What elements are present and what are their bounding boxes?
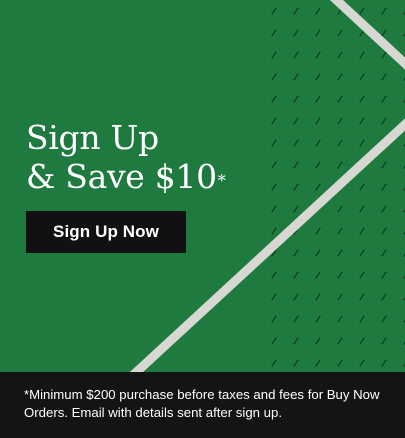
promo-hero: Sign Up & Save $10* Sign Up Now (0, 0, 405, 372)
headline-line-2: & Save $10* (26, 157, 226, 196)
sign-up-now-button[interactable]: Sign Up Now (26, 211, 186, 253)
signup-promo-banner: Sign Up & Save $10* Sign Up Now *Minimum… (0, 0, 405, 438)
disclaimer-text: *Minimum $200 purchase before taxes and … (24, 387, 380, 420)
promo-footer: *Minimum $200 purchase before taxes and … (0, 372, 405, 438)
promo-headline: Sign Up & Save $10* (26, 118, 226, 196)
headline-asterisk: * (217, 171, 226, 190)
headline-line-2-text: & Save $10 (26, 157, 217, 196)
headline-line-1: Sign Up (26, 118, 159, 157)
